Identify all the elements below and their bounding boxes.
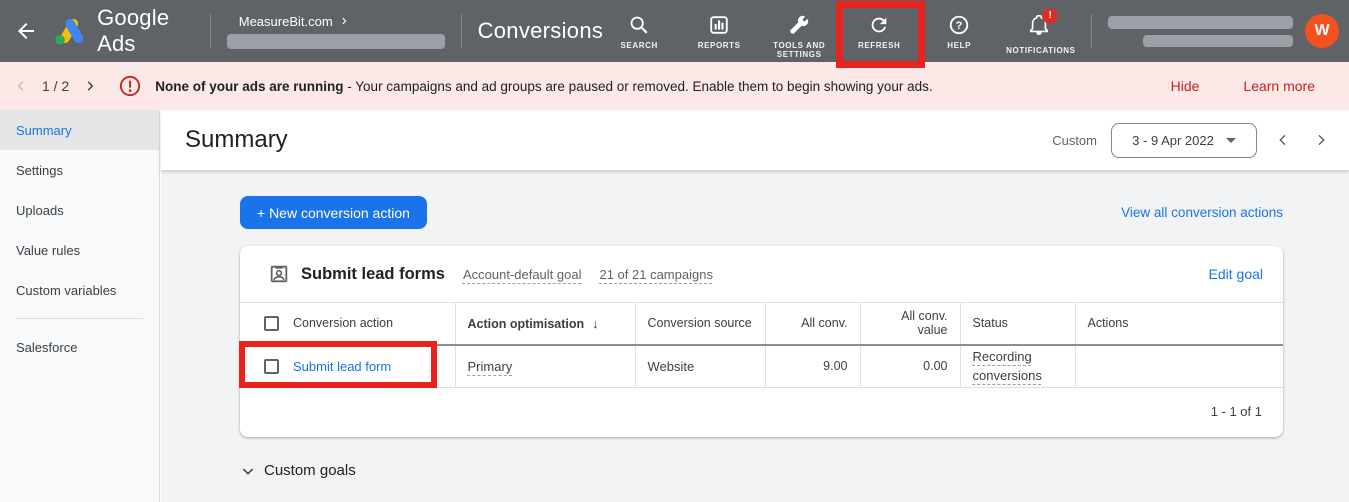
- refresh-button[interactable]: REFRESH: [843, 4, 915, 50]
- account-selector[interactable]: MeasureBit.com: [226, 13, 445, 49]
- warning-banner: 1 / 2 None of your ads are running - You…: [0, 62, 1349, 110]
- caret-down-icon: [1225, 137, 1236, 143]
- search-icon: [630, 16, 648, 34]
- conversion-actions-table: Conversion action Action optimisation ↓ C…: [240, 302, 1283, 388]
- back-icon[interactable]: [14, 19, 38, 43]
- topbar: Google Ads MeasureBit.com Conversions SE…: [0, 0, 1349, 62]
- goal-card: Submit lead forms Account-default goal 2…: [240, 246, 1283, 437]
- date-range-type: Custom: [1052, 132, 1097, 148]
- goal-title: Submit lead forms: [301, 264, 445, 283]
- select-all-checkbox[interactable]: [264, 315, 279, 331]
- row-checkbox[interactable]: [264, 358, 279, 374]
- sidebar-item-custom-variables[interactable]: Custom variables: [0, 270, 159, 310]
- pagination-label: 1 - 1 of 1: [1210, 404, 1262, 419]
- chevron-down-icon: [242, 467, 254, 475]
- account-id-redacted: [226, 33, 445, 49]
- hide-button[interactable]: Hide: [1171, 78, 1200, 94]
- sort-desc-icon: ↓: [592, 315, 599, 331]
- google-ads-logo: [55, 18, 84, 45]
- help-icon: ?: [950, 15, 969, 34]
- column-header: All conv. value: [859, 302, 960, 345]
- column-header: Status: [959, 302, 1075, 345]
- banner-next-icon[interactable]: [79, 75, 101, 97]
- sidebar: Summary Settings Uploads Value rules Cus…: [0, 110, 160, 502]
- goal-type-chip[interactable]: Account-default goal: [463, 267, 582, 282]
- sidebar-item-uploads[interactable]: Uploads: [0, 190, 159, 230]
- section-title: Conversions: [477, 18, 604, 43]
- page-header: Summary Custom 3 - 9 Apr 2022: [161, 110, 1349, 170]
- conversion-action-link[interactable]: Submit lead form: [293, 359, 391, 374]
- account-name: MeasureBit.com: [238, 13, 333, 29]
- column-header: Conversion action: [293, 316, 394, 331]
- all-conv-value-cell: 0.00: [859, 344, 960, 388]
- all-conv-cell: 9.00: [764, 344, 860, 388]
- main-content: + New conversion action View all convers…: [161, 170, 1349, 502]
- reports-icon: [710, 15, 728, 34]
- search-button[interactable]: SEARCH: [603, 4, 675, 50]
- page-title: Summary: [185, 126, 288, 153]
- banner-prev-icon[interactable]: [10, 75, 32, 97]
- table-row: Submit lead form Primary Website 9.00 0.…: [240, 344, 1283, 388]
- divider: [460, 14, 462, 48]
- date-range-selector[interactable]: 3 - 9 Apr 2022: [1111, 122, 1257, 158]
- column-header: Actions: [1074, 302, 1283, 345]
- edit-goal-link[interactable]: Edit goal: [1209, 266, 1263, 282]
- notification-badge: !: [1042, 7, 1059, 24]
- optimisation-cell[interactable]: Primary: [468, 359, 513, 374]
- column-header-sorted[interactable]: Action optimisation ↓: [454, 302, 635, 345]
- notifications-button[interactable]: ! NOTIFICATIONS: [1003, 4, 1075, 55]
- sidebar-item-summary[interactable]: Summary: [0, 110, 159, 150]
- source-cell: Website: [647, 358, 695, 374]
- sidebar-divider: [16, 318, 143, 319]
- lead-form-goal-icon: [270, 265, 288, 283]
- new-conversion-action-button[interactable]: + New conversion action: [240, 196, 427, 229]
- view-all-conversion-actions-link[interactable]: View all conversion actions: [1121, 205, 1283, 220]
- column-header: All conv.: [764, 302, 860, 345]
- reports-button[interactable]: REPORTS: [683, 4, 755, 50]
- divider: [209, 14, 211, 48]
- sidebar-item-salesforce[interactable]: Salesforce: [0, 327, 159, 367]
- wrench-icon: [790, 15, 809, 34]
- user-info-redacted: [1108, 15, 1294, 47]
- tools-and-settings-button[interactable]: TOOLS AND SETTINGS: [763, 4, 835, 59]
- status-cell[interactable]: Recording conversions: [973, 347, 1063, 385]
- banner-pager: 1 / 2: [42, 78, 70, 94]
- learn-more-link[interactable]: Learn more: [1243, 78, 1315, 94]
- banner-message: None of your ads are running - Your camp…: [155, 78, 933, 94]
- custom-goals-expander[interactable]: Custom goals: [240, 462, 356, 479]
- chevron-right-icon: [342, 17, 347, 25]
- brand-title: Google Ads: [97, 5, 170, 56]
- date-next-icon[interactable]: [1309, 128, 1333, 152]
- sidebar-item-settings[interactable]: Settings: [0, 150, 159, 190]
- table-header-row: Conversion action Action optimisation ↓ C…: [240, 302, 1283, 345]
- refresh-icon: [871, 17, 887, 32]
- help-button[interactable]: ? HELP: [923, 4, 995, 50]
- avatar[interactable]: W: [1305, 14, 1340, 48]
- sidebar-item-value-rules[interactable]: Value rules: [0, 230, 159, 270]
- svg-text:?: ?: [956, 20, 963, 32]
- actions-cell: [1074, 344, 1283, 388]
- column-header: Conversion source: [634, 302, 765, 345]
- goal-campaigns-chip[interactable]: 21 of 21 campaigns: [599, 267, 712, 282]
- divider: [1091, 14, 1093, 48]
- warning-icon: [120, 75, 141, 97]
- date-prev-icon[interactable]: [1271, 128, 1295, 152]
